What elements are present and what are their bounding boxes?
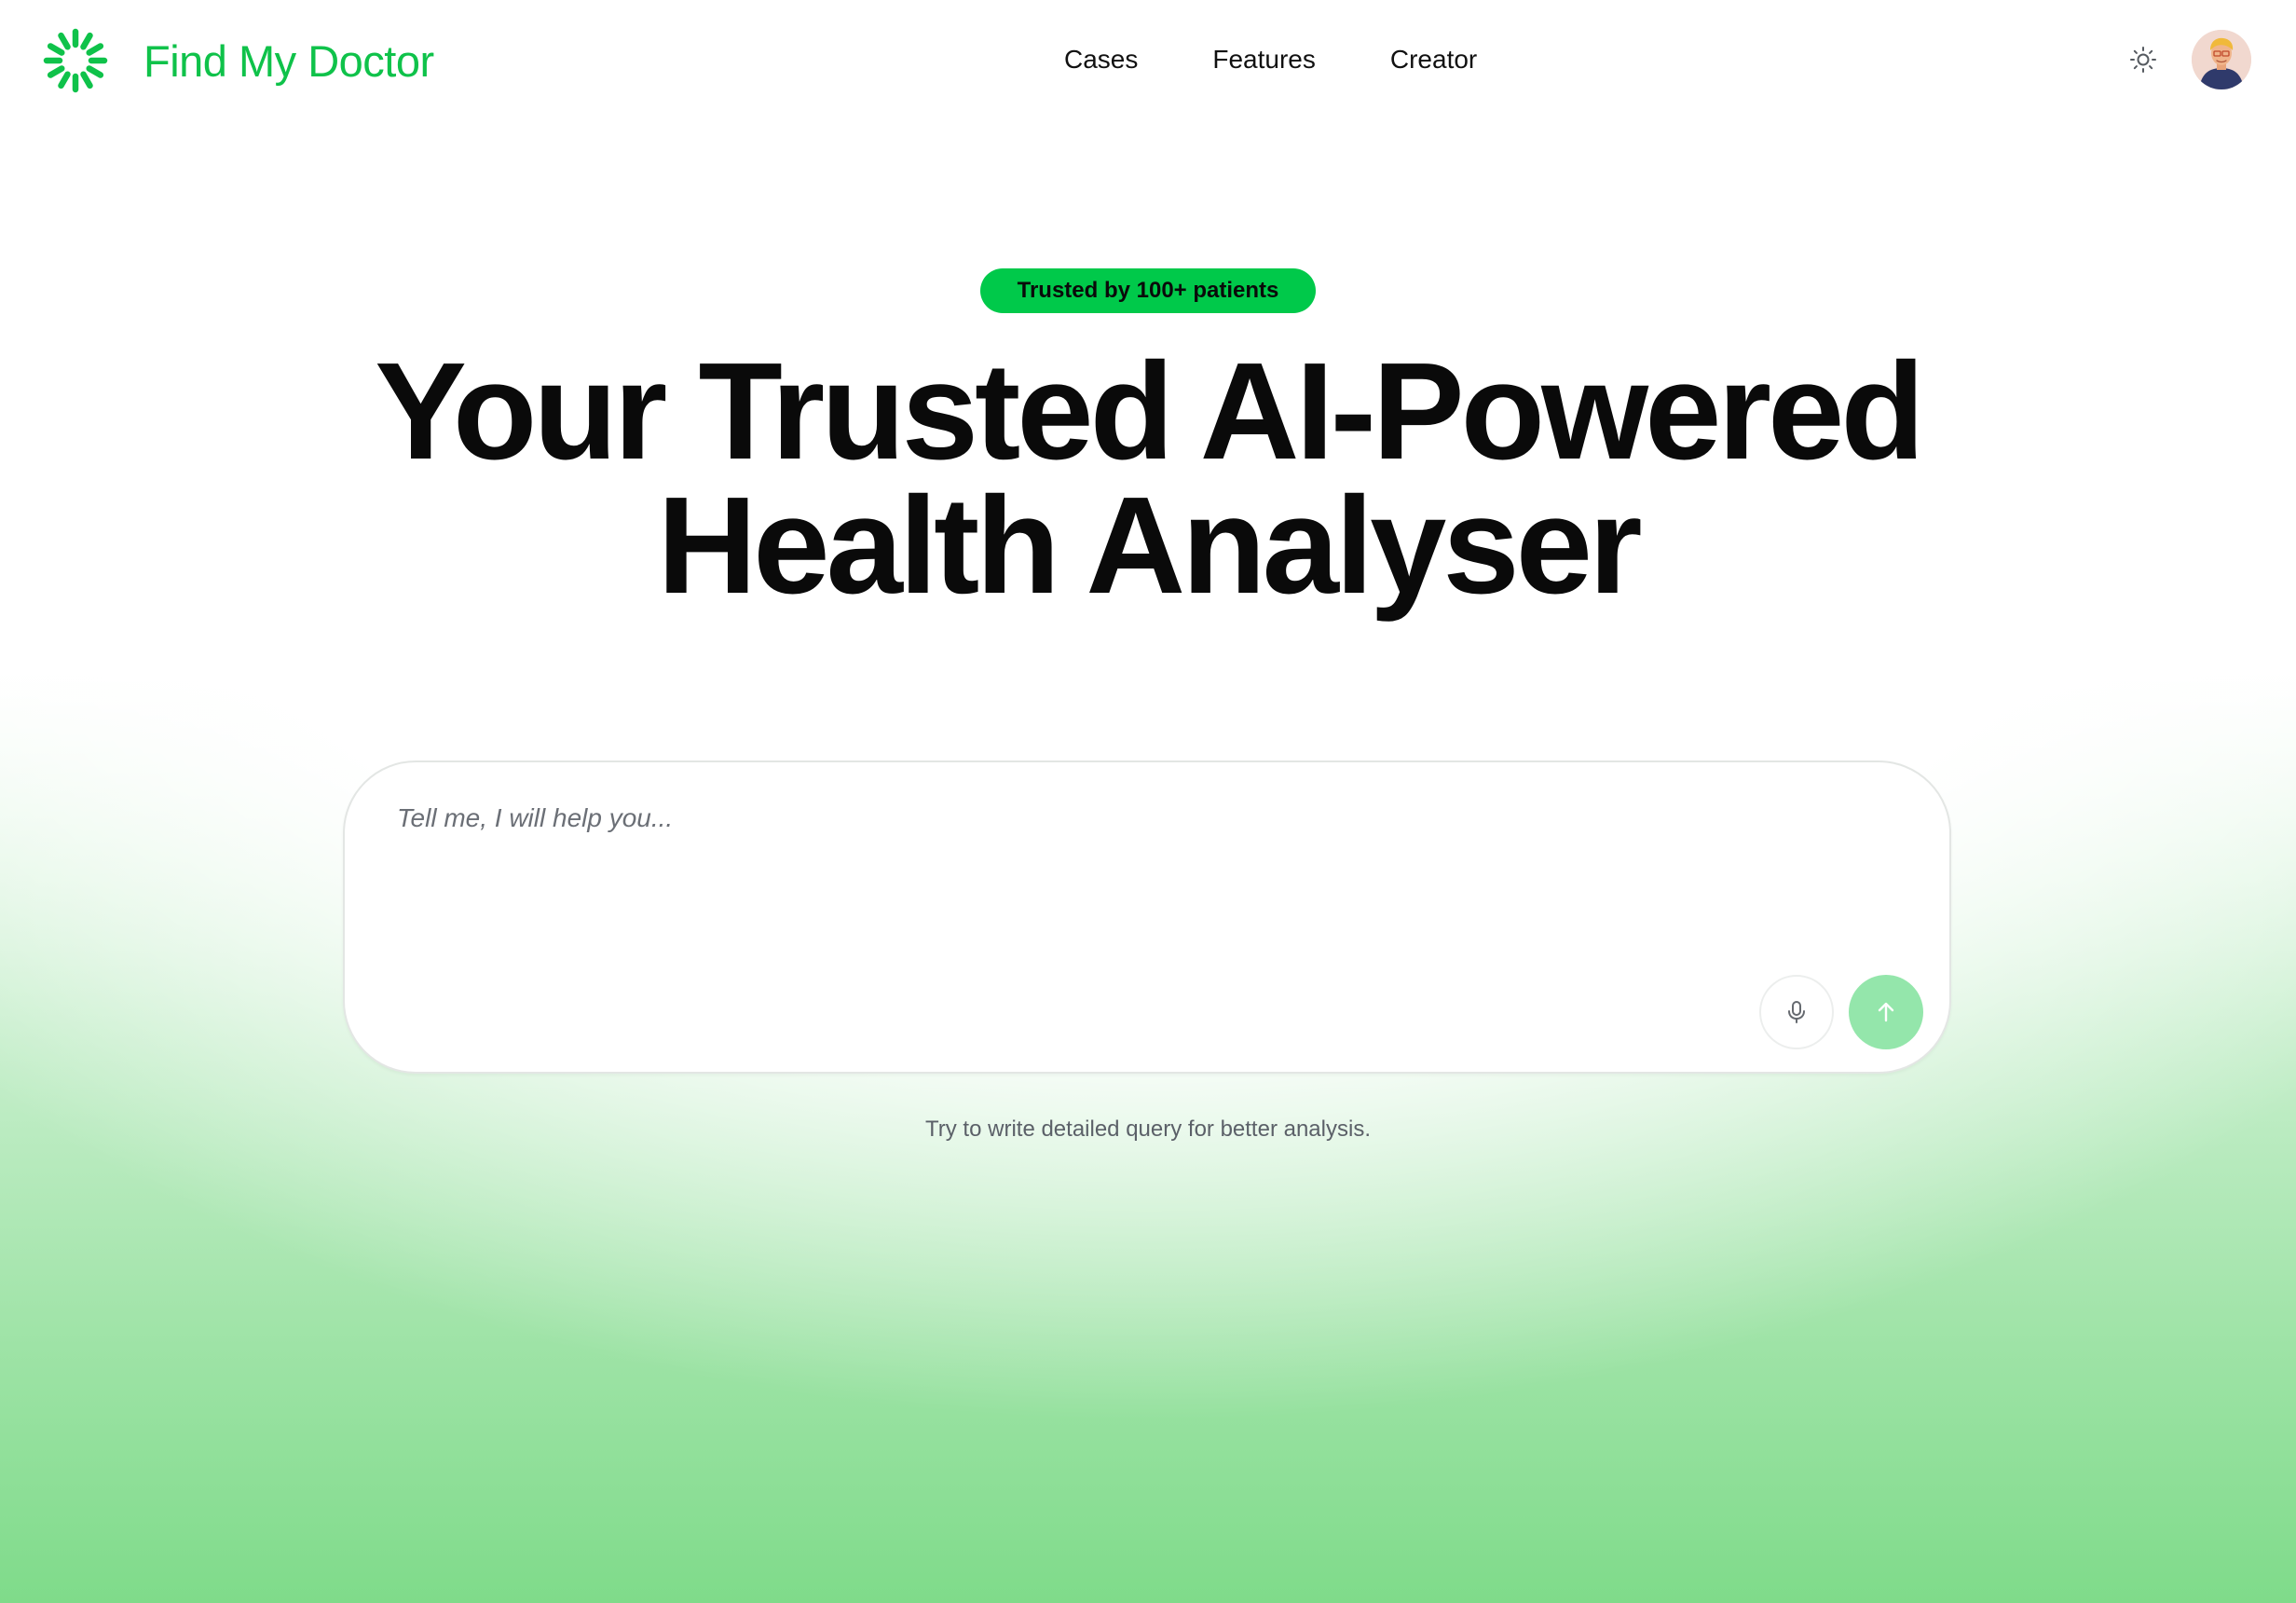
user-avatar-image	[2192, 30, 2251, 89]
hero-title-line-2: Health Analyser	[657, 469, 1642, 623]
nav-link-creator[interactable]: Creator	[1390, 45, 1477, 75]
hero-title: Your Trusted AI-Powered Health Analyser	[216, 343, 2080, 615]
main-nav: Cases Features Creator	[1064, 41, 1477, 78]
query-box	[343, 760, 1951, 1074]
send-button[interactable]	[1849, 975, 1923, 1049]
brand-link[interactable]: Find My Doctor	[43, 28, 434, 93]
microphone-icon	[1788, 1001, 1805, 1023]
nav-link-cases[interactable]: Cases	[1064, 45, 1138, 75]
nav-link-features[interactable]: Features	[1212, 45, 1316, 75]
microphone-button[interactable]	[1759, 975, 1834, 1049]
query-hint: Try to write detailed query for better a…	[925, 1117, 1371, 1142]
trust-badge: Trusted by 100+ patients	[980, 268, 1316, 313]
query-input[interactable]	[397, 803, 1795, 990]
sun-icon	[2130, 47, 2156, 73]
user-avatar[interactable]	[2192, 30, 2251, 89]
theme-toggle-button[interactable]	[2125, 41, 2162, 78]
sunburst-logo-icon	[43, 28, 108, 93]
hero-title-line-1: Your Trusted AI-Powered	[375, 335, 1925, 488]
top-navbar: Find My Doctor Cases Features Creator	[0, 0, 2296, 121]
arrow-up-icon	[1878, 1002, 1894, 1022]
brand-name: Find My Doctor	[144, 35, 434, 86]
